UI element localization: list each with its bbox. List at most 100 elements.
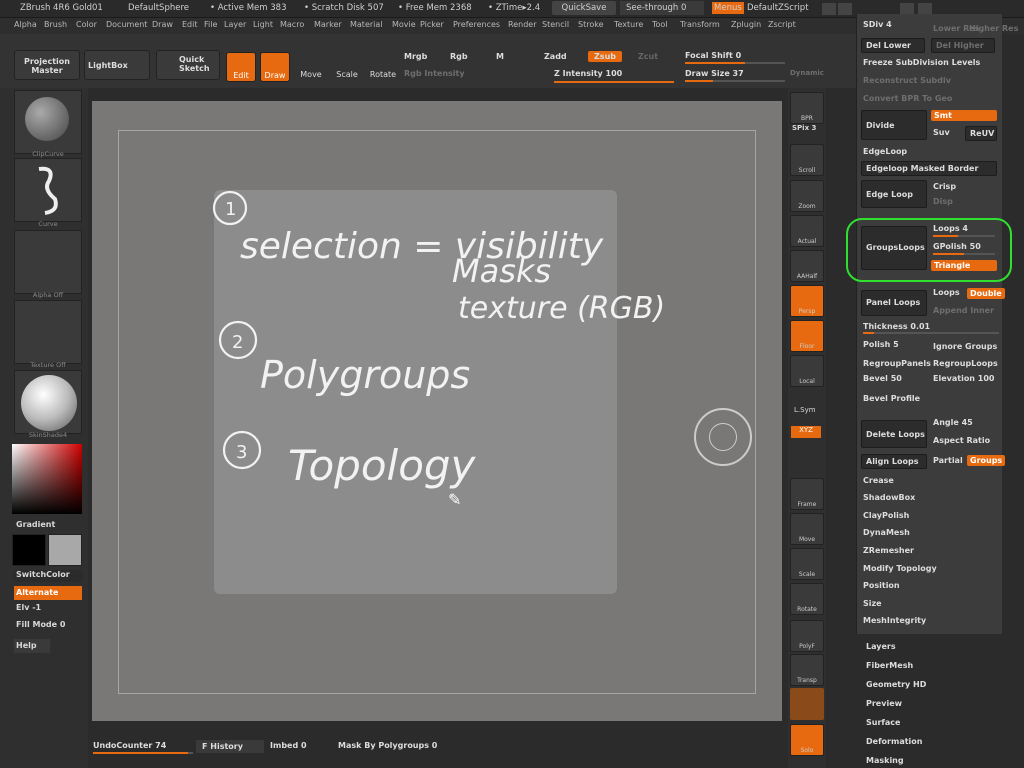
deformation-menu[interactable]: Deformation: [866, 737, 922, 746]
mask-by-polygroups-slider[interactable]: Mask By Polygroups 0: [338, 741, 437, 750]
dynamesh-menu[interactable]: DynaMesh: [863, 528, 910, 537]
menu-document[interactable]: Document: [106, 20, 147, 29]
focal-shift-track[interactable]: [685, 62, 785, 64]
stroke-thumbnail[interactable]: [14, 158, 82, 222]
menu-stencil[interactable]: Stencil: [542, 20, 569, 29]
actual-button[interactable]: Actual: [790, 215, 824, 247]
panel-loops-slider[interactable]: Loops: [933, 288, 960, 297]
rgb-button[interactable]: Rgb: [450, 52, 468, 61]
main-color-swatch[interactable]: [12, 534, 46, 566]
layers-menu[interactable]: Layers: [866, 642, 896, 651]
scroll-button[interactable]: Scroll: [790, 144, 824, 176]
undo-counter-track[interactable]: [93, 752, 193, 754]
help-button[interactable]: Help: [14, 639, 50, 653]
brush-thumbnail[interactable]: [14, 90, 82, 154]
thickness-track[interactable]: [863, 332, 999, 334]
elevation-slider[interactable]: Elevation 100: [933, 374, 995, 383]
menu-file[interactable]: File: [204, 20, 217, 29]
m-button[interactable]: M: [496, 52, 504, 61]
switch-color-button[interactable]: SwitchColor: [14, 570, 82, 582]
lightbox-button[interactable]: LightBox: [84, 50, 150, 80]
aahalf-button[interactable]: AAHalf: [790, 250, 824, 282]
preview-menu[interactable]: Preview: [866, 699, 902, 708]
history-button[interactable]: F History: [196, 740, 264, 753]
smt-toggle[interactable]: Smt: [931, 110, 997, 121]
material-thumbnail[interactable]: [14, 370, 82, 434]
xyz-button[interactable]: XYZ: [791, 426, 821, 438]
align-loops-button[interactable]: Align Loops: [861, 454, 927, 469]
claypolish-menu[interactable]: ClayPolish: [863, 511, 909, 520]
bevel-slider[interactable]: Bevel 50: [863, 374, 902, 383]
surface-menu[interactable]: Surface: [866, 718, 900, 727]
zremesher-menu[interactable]: ZRemesher: [863, 546, 914, 555]
meshintegrity-menu[interactable]: MeshIntegrity: [863, 616, 926, 625]
elv-slider[interactable]: Elv -1: [16, 603, 41, 612]
delete-loops-button[interactable]: Delete Loops: [861, 420, 927, 448]
edit-button[interactable]: Edit: [226, 52, 256, 82]
spix-slider[interactable]: SPix 3: [792, 124, 816, 132]
menu-picker[interactable]: Picker: [420, 20, 444, 29]
double-toggle[interactable]: Double: [967, 288, 1005, 299]
groups-toggle[interactable]: Groups: [967, 455, 1006, 466]
menu-edit[interactable]: Edit: [182, 20, 198, 29]
color-picker[interactable]: [12, 444, 82, 514]
rgb-intensity-slider[interactable]: Rgb Intensity: [404, 69, 465, 78]
edge-loop-button[interactable]: Edge Loop: [861, 180, 927, 208]
regroup-loops-toggle[interactable]: RegroupLoops: [933, 359, 998, 368]
partial-toggle[interactable]: Partial: [933, 456, 963, 465]
z-intensity-slider[interactable]: Z Intensity 100: [554, 69, 622, 78]
menu-zplugin[interactable]: Zplugin: [731, 20, 761, 29]
alpha-thumbnail[interactable]: [14, 230, 82, 294]
menu-texture[interactable]: Texture: [614, 20, 643, 29]
local-button[interactable]: Local: [790, 355, 824, 387]
rotate-button[interactable]: Rotate: [368, 52, 398, 82]
polish-slider[interactable]: Polish 5: [863, 340, 899, 349]
draw-size-slider[interactable]: Draw Size 37: [685, 69, 744, 78]
move-view-button[interactable]: Move: [790, 513, 824, 545]
secondary-color-swatch[interactable]: [48, 534, 82, 566]
regroup-panels-toggle[interactable]: RegroupPanels: [863, 359, 931, 368]
freeze-subdivision-button[interactable]: Freeze SubDivision Levels: [863, 58, 980, 67]
suv-toggle[interactable]: Suv: [933, 128, 950, 137]
menu-marker[interactable]: Marker: [314, 20, 342, 29]
del-lower-button[interactable]: Del Lower: [861, 38, 925, 53]
crease-menu[interactable]: Crease: [863, 476, 894, 485]
edgeloop-masked-border-button[interactable]: Edgeloop Masked Border: [861, 161, 997, 176]
divide-button[interactable]: Divide: [861, 110, 927, 140]
menu-transform[interactable]: Transform: [680, 20, 720, 29]
modify-topology-menu[interactable]: Modify Topology: [863, 564, 937, 573]
menu-stroke[interactable]: Stroke: [578, 20, 604, 29]
zcut-button[interactable]: Zcut: [638, 52, 658, 61]
menu-zscript[interactable]: Zscript: [768, 20, 796, 29]
draw-button[interactable]: Draw: [260, 52, 290, 82]
solo-button[interactable]: Solo: [790, 724, 824, 756]
position-menu[interactable]: Position: [863, 581, 900, 590]
reuv-button[interactable]: ReUV: [965, 126, 997, 141]
menus-button[interactable]: Menus: [712, 2, 744, 14]
shadowbox-menu[interactable]: ShadowBox: [863, 493, 915, 502]
menu-alpha[interactable]: Alpha: [14, 20, 37, 29]
fill-mode-slider[interactable]: Fill Mode 0: [16, 620, 65, 629]
menu-preferences[interactable]: Preferences: [453, 20, 500, 29]
menu-render[interactable]: Render: [508, 20, 536, 29]
see-through-slider[interactable]: See-through 0: [620, 1, 704, 15]
persp-button[interactable]: Persp: [790, 285, 824, 317]
texture-thumbnail[interactable]: [14, 300, 82, 364]
thickness-slider[interactable]: Thickness 0.01: [863, 322, 930, 331]
polyf-button[interactable]: PolyF: [790, 620, 824, 652]
convert-bpr-button[interactable]: Convert BPR To Geo: [863, 94, 952, 103]
zoom-button[interactable]: Zoom: [790, 180, 824, 212]
menu-draw[interactable]: Draw: [152, 20, 173, 29]
bpr-button[interactable]: BPR: [790, 92, 824, 124]
lsym-button[interactable]: L.Sym: [794, 406, 816, 414]
zadd-button[interactable]: Zadd: [544, 52, 567, 61]
mrgb-button[interactable]: Mrgb: [404, 52, 427, 61]
alternate-button[interactable]: Alternate: [14, 586, 82, 600]
crisp-toggle[interactable]: Crisp: [933, 182, 956, 191]
menu-color[interactable]: Color: [76, 20, 97, 29]
gradient-label[interactable]: Gradient: [16, 520, 55, 529]
higher-res-button[interactable]: Higher Res: [969, 24, 1018, 33]
quicksave-button[interactable]: QuickSave: [552, 1, 616, 15]
dynamic-button[interactable]: Dynamic: [790, 69, 824, 77]
angle-slider[interactable]: Angle 45: [933, 418, 973, 427]
